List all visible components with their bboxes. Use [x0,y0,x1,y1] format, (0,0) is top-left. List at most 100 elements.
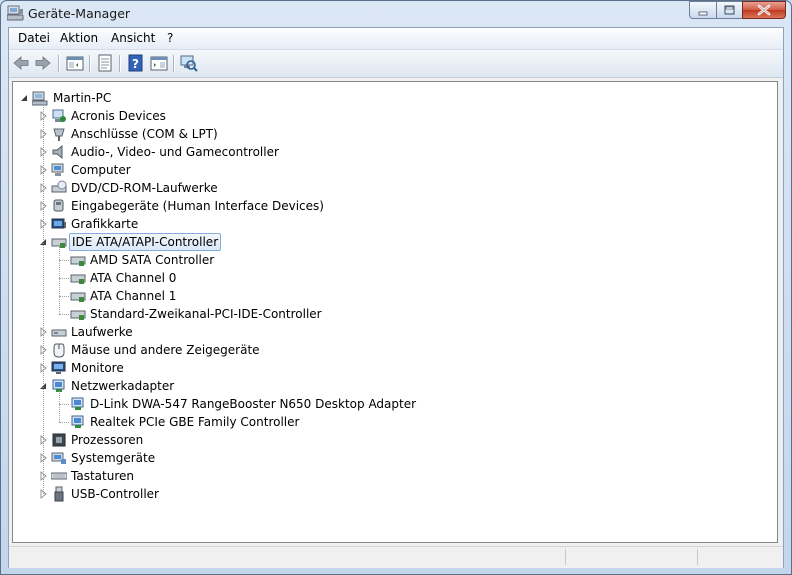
acronis-device-icon [52,109,66,122]
tree-category-row[interactable]: Eingabegeräte (Human Interface Devices) [13,197,773,215]
tree-category-label: Anschlüsse (COM & LPT) [71,127,218,141]
device-manager-window: Geräte-Manager Datei Aktion Ansicht ? ? … [0,0,792,575]
tree-category-row[interactable]: Tastaturen [13,467,773,485]
tree-connector [43,104,44,494]
toolbar-separator [89,55,90,72]
tree-category-label: Audio-, Video- und Gamecontroller [71,145,279,159]
tree-category-label: Prozessoren [71,433,144,447]
tree-device-label: ATA Channel 1 [90,289,177,303]
device-manager-app-icon [7,5,24,21]
keyboard-icon [51,472,67,480]
window-title: Geräte-Manager [28,6,131,21]
tree-category-row[interactable]: Audio-, Video- und Gamecontroller [13,143,773,161]
close-icon [757,4,771,16]
tree-device-row[interactable]: D-Link DWA-547 RangeBooster N650 Desktop… [13,395,773,413]
menu-help[interactable]: ? [167,31,173,45]
maximize-button[interactable] [716,1,742,19]
tree-category-label: IDE ATA/ATAPI-Controller [69,233,222,251]
tree-device-row[interactable]: Realtek PCIe GBE Family Controller [13,413,773,431]
tree-category-label: Tastaturen [71,469,134,483]
toolbar-separator [119,55,120,72]
tree-category-row[interactable]: USB-Controller [13,485,773,503]
tree-category-label: Monitore [71,361,124,375]
tree-connector [59,314,69,315]
tree-root[interactable]: Martin-PC [13,89,773,107]
tree-category-row[interactable]: Computer [13,161,773,179]
tree-device-row[interactable]: ATA Channel 1 [13,287,773,305]
processor-icon [52,433,66,447]
tree-category-row[interactable]: Prozessoren [13,431,773,449]
menu-ansicht[interactable]: Ansicht [111,31,155,45]
status-bar [9,546,783,568]
tree-connector [59,296,69,297]
tree-category-row[interactable]: Acronis Devices [13,107,773,125]
tree-device-row[interactable]: Standard-Zweikanal-PCI-IDE-Controller [13,305,773,323]
ide-controller-icon [70,256,86,266]
tree-root-label: Martin-PC [53,91,112,105]
show-action-pane-icon[interactable] [149,53,169,73]
tree-device-row[interactable]: AMD SATA Controller [13,251,773,269]
close-button[interactable] [742,1,786,19]
tree-category-label: Eingabegeräte (Human Interface Devices) [71,199,324,213]
port-icon [53,128,65,141]
tree-category-label: USB-Controller [71,487,159,501]
menu-bar: Datei Aktion Ansicht ? [9,28,783,50]
tree-category-row[interactable]: Mäuse und andere Zeigegeräte [13,341,773,359]
tree-category-row[interactable]: Laufwerke [13,323,773,341]
title-bar[interactable]: Geräte-Manager [1,1,791,27]
tree-category-row[interactable]: Systemgeräte [13,449,773,467]
back-icon[interactable] [11,53,31,73]
tree-device-label: AMD SATA Controller [90,253,215,267]
status-pane-divider [697,549,699,565]
tree-connector [59,260,69,261]
computer-icon [51,163,64,176]
tree-connector [59,278,69,279]
svg-text:?: ? [132,57,139,71]
network-adapter-icon [71,415,84,428]
scan-hardware-changes-icon[interactable] [179,53,199,73]
tree-category-row[interactable]: Netzwerkadapter [13,377,773,395]
tree-category-row[interactable]: Monitore [13,359,773,377]
tree-category-label: Computer [71,163,131,177]
help-icon[interactable]: ? [126,53,146,73]
tree-device-label: ATA Channel 0 [90,271,177,285]
menu-datei[interactable]: Datei [18,31,50,45]
tree-category-label: Laufwerke [71,325,133,339]
menu-aktion[interactable]: Aktion [60,31,98,45]
properties-icon[interactable] [95,53,115,73]
tree-device-row[interactable]: ATA Channel 0 [13,269,773,287]
forward-icon[interactable] [33,53,53,73]
monitor-icon [51,361,66,374]
device-tree[interactable]: Martin-PC Acronis Devices Anschlüsse (COM… [12,81,778,543]
show-hide-console-tree-icon[interactable] [65,53,85,73]
display-adapter-icon [51,218,66,229]
tree-category-label: Mäuse und andere Zeigegeräte [71,343,260,357]
system-device-icon [51,452,66,464]
usb-icon [54,486,64,502]
computer-root-icon [32,91,48,106]
mouse-icon [53,343,65,358]
toolbar: ? [9,50,783,78]
tree-category-row[interactable]: IDE ATA/ATAPI-Controller [13,233,773,251]
tree-category-label: Systemgeräte [71,451,156,465]
tree-connector [59,422,69,423]
ide-controller-icon [70,274,86,284]
toolbar-separator [58,55,59,72]
minimize-icon [698,11,708,16]
speaker-icon [52,144,63,160]
tree-category-row[interactable]: Grafikkarte [13,215,773,233]
dvd-drive-icon [51,180,67,193]
tree-device-label: D-Link DWA-547 RangeBooster N650 Desktop… [90,397,417,411]
collapse-arrow-icon[interactable] [20,89,29,107]
minimize-button[interactable] [689,1,716,19]
client-area: Datei Aktion Ansicht ? ? Martin-PC Acron… [8,27,784,568]
tree-category-row[interactable]: DVD/CD-ROM-Laufwerke [13,179,773,197]
ide-controller-icon [70,310,86,320]
tree-category-label: Grafikkarte [71,217,139,231]
maximize-icon [724,5,735,15]
tree-device-label: Standard-Zweikanal-PCI-IDE-Controller [90,307,322,321]
network-adapter-icon [71,397,84,410]
caption-buttons [689,1,786,20]
tree-category-row[interactable]: Anschlüsse (COM & LPT) [13,125,773,143]
tree-category-label: DVD/CD-ROM-Laufwerke [71,181,218,195]
